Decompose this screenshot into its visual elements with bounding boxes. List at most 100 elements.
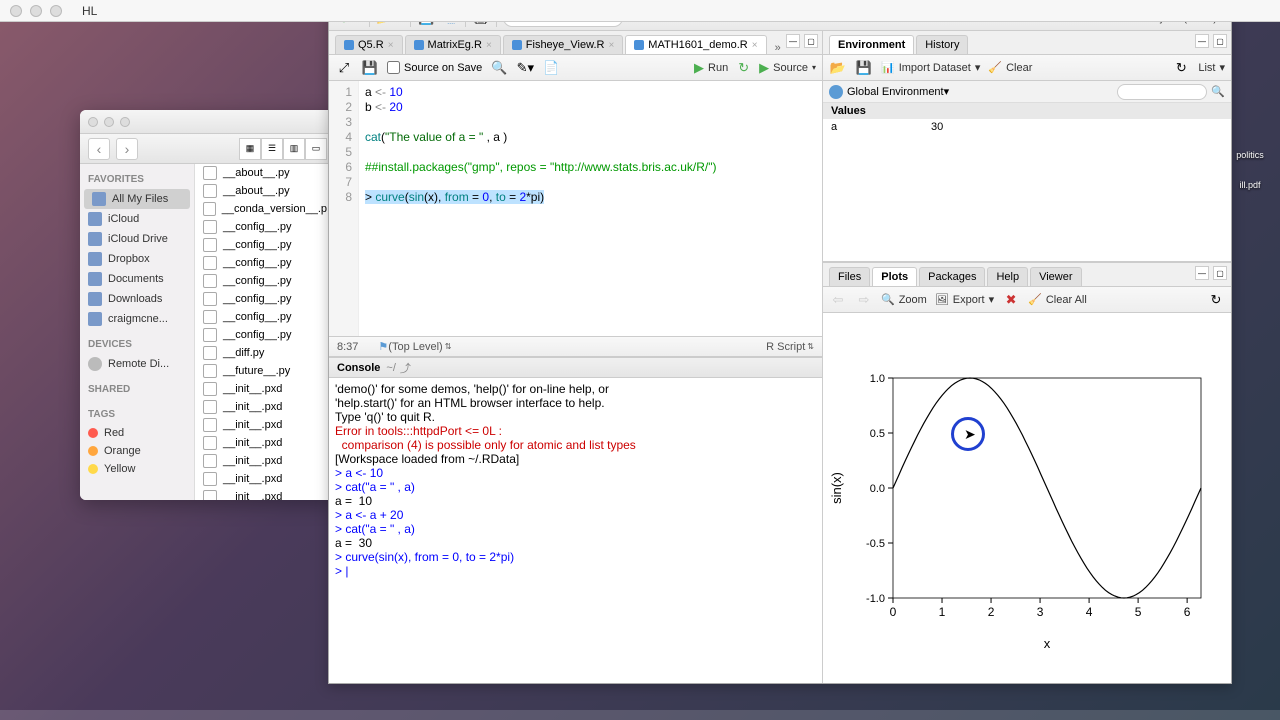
tab-packages[interactable]: Packages	[919, 267, 985, 286]
import-dataset-button[interactable]: 📊 Import Dataset ▾	[881, 61, 980, 74]
source-tab[interactable]: MatrixEg.R×	[405, 35, 501, 54]
sidebar-item[interactable]: craigmcne...	[80, 309, 194, 329]
gallery-view-button[interactable]: ▭	[305, 138, 327, 160]
view-mode-group: ▦ ☰ ▥ ▭	[239, 138, 327, 160]
file-item[interactable]: __init__.pxd	[195, 398, 335, 416]
popout-icon[interactable]: ⤢	[335, 59, 353, 77]
console-header: Console ~/ ⤴ — ▢	[329, 358, 822, 378]
compile-icon[interactable]: 📄	[542, 59, 560, 77]
file-item[interactable]: __init__.pxd	[195, 416, 335, 434]
file-item[interactable]: __config__.py	[195, 218, 335, 236]
close-icon[interactable]	[88, 117, 98, 127]
finder-file-list[interactable]: __about__.py__about__.py__conda_version_…	[195, 164, 335, 500]
forward-button[interactable]: ›	[116, 138, 138, 160]
file-item[interactable]: __conda_version__.p	[195, 200, 335, 218]
file-item[interactable]: __diff.py	[195, 344, 335, 362]
sidebar-item[interactable]: All My Files	[84, 189, 190, 209]
next-plot-icon[interactable]: ⇨	[855, 291, 873, 309]
file-item[interactable]: __config__.py	[195, 308, 335, 326]
env-scope-selector[interactable]: Global Environment ▾ 🔍	[823, 81, 1231, 103]
sidebar-item[interactable]: Downloads	[80, 289, 194, 309]
sidebar-item[interactable]: Documents	[80, 269, 194, 289]
svg-text:1.0: 1.0	[870, 373, 885, 385]
run-button[interactable]: ▶Run	[694, 60, 728, 76]
minimize-pane-icon[interactable]: —	[1195, 266, 1209, 280]
column-view-button[interactable]: ▥	[283, 138, 305, 160]
tab-environment[interactable]: Environment	[829, 35, 914, 54]
file-item[interactable]: __config__.py	[195, 272, 335, 290]
dock[interactable]	[0, 710, 1280, 720]
tab-history[interactable]: History	[916, 35, 968, 54]
source-tab[interactable]: MATH1601_demo.R×	[625, 35, 766, 54]
tab-viewer[interactable]: Viewer	[1030, 267, 1081, 286]
file-item[interactable]: __init__.pxd	[195, 488, 335, 500]
code-editor[interactable]: 12345678 a <- 10b <- 20cat("The value of…	[329, 81, 822, 336]
load-icon[interactable]: 📂	[829, 59, 847, 77]
clear-all-button[interactable]: 🧹 Clear All	[1028, 293, 1087, 306]
env-search-input[interactable]	[1117, 84, 1207, 100]
refresh-icon[interactable]: ↻	[1207, 291, 1225, 309]
save-icon[interactable]: 💾	[855, 59, 873, 77]
file-type-label[interactable]: R Script	[766, 341, 805, 353]
maximize-icon[interactable]	[120, 117, 130, 127]
file-item[interactable]: __future__.py	[195, 362, 335, 380]
file-item[interactable]: __init__.pxd	[195, 434, 335, 452]
find-icon[interactable]: 🔍	[490, 59, 508, 77]
maximize-pane-icon[interactable]: ▢	[1213, 34, 1227, 48]
scope-label[interactable]: (Top Level)	[388, 341, 442, 353]
file-item[interactable]: __init__.pxd	[195, 452, 335, 470]
desktop-file[interactable]: ill.pdf	[1230, 180, 1270, 190]
more-tabs-icon[interactable]: »	[775, 42, 781, 54]
list-view-button[interactable]: ☰	[261, 138, 283, 160]
clear-button[interactable]: 🧹 Clear	[988, 61, 1032, 74]
source-tab[interactable]: Q5.R×	[335, 35, 403, 54]
source-on-save-checkbox[interactable]: Source on Save	[387, 61, 482, 74]
close-icon[interactable]	[10, 5, 22, 17]
back-button[interactable]: ‹	[88, 138, 110, 160]
save-icon[interactable]: 💾	[361, 59, 379, 77]
tag-item[interactable]: Red	[80, 424, 194, 442]
file-item[interactable]: __config__.py	[195, 236, 335, 254]
file-item[interactable]: __config__.py	[195, 326, 335, 344]
minimize-pane-icon[interactable]: —	[1195, 34, 1209, 48]
maximize-pane-icon[interactable]: ▢	[804, 34, 818, 48]
maximize-icon[interactable]	[50, 5, 62, 17]
source-tab[interactable]: Fisheye_View.R×	[503, 35, 624, 54]
console[interactable]: 'demo()' for some demos, 'help()' for on…	[329, 378, 822, 683]
sidebar-item[interactable]: Remote Di...	[80, 354, 194, 374]
refresh-icon[interactable]: ↻	[1172, 59, 1190, 77]
minimize-pane-icon[interactable]: —	[786, 34, 800, 48]
export-button[interactable]: 🖼 Export ▾	[935, 293, 994, 306]
sidebar-item[interactable]: iCloud	[80, 209, 194, 229]
tag-item[interactable]: Orange	[80, 442, 194, 460]
rerun-button[interactable]: ↻	[738, 60, 749, 76]
env-variable-row[interactable]: a30	[823, 119, 1231, 135]
source-button[interactable]: ▶Source▾	[759, 60, 816, 76]
file-item[interactable]: __init__.pxd	[195, 380, 335, 398]
file-item[interactable]: __config__.py	[195, 254, 335, 272]
sidebar-item[interactable]: iCloud Drive	[80, 229, 194, 249]
plot-area[interactable]: 0123456-1.0-0.50.00.51.0xsin(x) ➤	[823, 313, 1231, 683]
tab-files[interactable]: Files	[829, 267, 870, 286]
file-item[interactable]: __config__.py	[195, 290, 335, 308]
file-item[interactable]: __init__.pxd	[195, 470, 335, 488]
file-item[interactable]: __about__.py	[195, 182, 335, 200]
sidebar-item[interactable]: Dropbox	[80, 249, 194, 269]
tag-item[interactable]: Yellow	[80, 460, 194, 478]
icon-view-button[interactable]: ▦	[239, 138, 261, 160]
remove-plot-icon[interactable]: ✖	[1002, 291, 1020, 309]
zoom-button[interactable]: 🔍 Zoom	[881, 293, 927, 306]
window-controls	[10, 5, 62, 17]
minimize-icon[interactable]	[104, 117, 114, 127]
svg-text:3: 3	[1037, 605, 1044, 619]
wand-icon[interactable]: ✎▾	[516, 59, 534, 77]
rstudio-window: ⊕ ▾ 📂 ▾ 💾 ⎘ 🖨 🔍Go to file/function ⬢ Pro…	[328, 4, 1232, 684]
desktop-file[interactable]: politics	[1230, 150, 1270, 160]
list-view-button[interactable]: List ▾	[1198, 61, 1225, 74]
file-item[interactable]: __about__.py	[195, 164, 335, 182]
tab-plots[interactable]: Plots	[872, 267, 917, 286]
minimize-icon[interactable]	[30, 5, 42, 17]
prev-plot-icon[interactable]: ⇦	[829, 291, 847, 309]
maximize-pane-icon[interactable]: ▢	[1213, 266, 1227, 280]
tab-help[interactable]: Help	[987, 267, 1028, 286]
